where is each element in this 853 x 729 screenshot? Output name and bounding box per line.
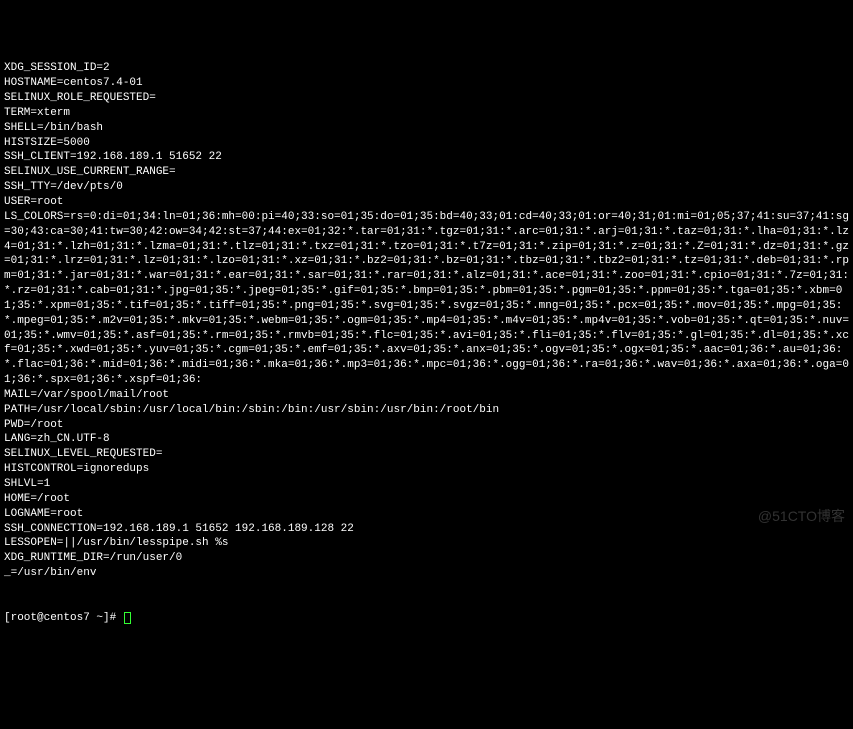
env-line: XDG_RUNTIME_DIR=/run/user/0: [4, 551, 849, 566]
env-line: PWD=/root: [4, 418, 849, 433]
shell-prompt: [root@centos7 ~]#: [4, 611, 123, 626]
env-line: HOSTNAME=centos7.4-01: [4, 76, 849, 91]
env-line: SHLVL=1: [4, 477, 849, 492]
env-line: SHELL=/bin/bash: [4, 121, 849, 136]
env-line: SSH_CLIENT=192.168.189.1 51652 22: [4, 150, 849, 165]
env-line: SELINUX_ROLE_REQUESTED=: [4, 91, 849, 106]
env-line: LESSOPEN=||/usr/bin/lesspipe.sh %s: [4, 536, 849, 551]
env-line: LS_COLORS=rs=0:di=01;34:ln=01;36:mh=00:p…: [4, 210, 849, 388]
env-line: USER=root: [4, 195, 849, 210]
env-line: HISTCONTROL=ignoredups: [4, 462, 849, 477]
env-line: MAIL=/var/spool/mail/root: [4, 388, 849, 403]
env-line: HOME=/root: [4, 492, 849, 507]
env-line: LOGNAME=root: [4, 507, 849, 522]
env-line: SSH_TTY=/dev/pts/0: [4, 180, 849, 195]
env-line: LANG=zh_CN.UTF-8: [4, 432, 849, 447]
env-line: TERM=xterm: [4, 106, 849, 121]
env-line: SELINUX_USE_CURRENT_RANGE=: [4, 165, 849, 180]
terminal-output: XDG_SESSION_ID=2HOSTNAME=centos7.4-01SEL…: [4, 61, 849, 581]
env-line: SELINUX_LEVEL_REQUESTED=: [4, 447, 849, 462]
env-line: XDG_SESSION_ID=2: [4, 61, 849, 76]
env-line: HISTSIZE=5000: [4, 136, 849, 151]
env-line: PATH=/usr/local/sbin:/usr/local/bin:/sbi…: [4, 403, 849, 418]
prompt-line[interactable]: [root@centos7 ~]#: [4, 611, 849, 626]
env-line: SSH_CONNECTION=192.168.189.1 51652 192.1…: [4, 522, 849, 537]
cursor: [124, 612, 131, 624]
env-line: _=/usr/bin/env: [4, 566, 849, 581]
